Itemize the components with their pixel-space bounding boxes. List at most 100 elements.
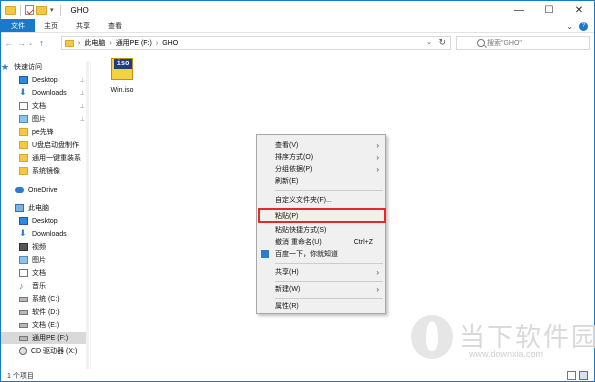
sidebar-item-label: 图片	[32, 257, 46, 264]
close-button[interactable]: ✕	[564, 1, 594, 19]
sidebar-item-system-images[interactable]: 系统镜像	[1, 165, 89, 177]
sidebar-item-drive-e[interactable]: 文档 (E:)	[1, 319, 89, 331]
watermark: 当下软件园 www.downxia.com	[411, 315, 595, 365]
breadcrumb-this-pc[interactable]: 此电脑	[84, 38, 105, 48]
large-icons-view-icon[interactable]	[579, 371, 588, 380]
menu-item-label: 共享(H)	[275, 269, 299, 276]
sidebar-item-label: Desktop	[32, 76, 58, 84]
menu-item-paste[interactable]: 粘贴(P)	[257, 210, 385, 222]
sidebar-item-label: 系统镜像	[32, 168, 60, 175]
sidebar-item-pc-downloads[interactable]: Downloads	[1, 228, 89, 240]
menu-item-group-by[interactable]: 分组依据(P) ›	[257, 163, 385, 175]
submenu-arrow-icon: ›	[376, 152, 379, 162]
tab-view[interactable]: 查看	[99, 19, 131, 32]
tab-home[interactable]: 主页	[35, 19, 67, 32]
sidebar-item-documents[interactable]: 文档 ⊥	[1, 100, 89, 112]
pin-icon[interactable]: ⊥	[80, 116, 85, 123]
file-name: Win.iso	[110, 87, 134, 94]
address-dropdown-icon[interactable]: ⌄	[426, 38, 432, 46]
breadcrumb-gho[interactable]: GHO	[162, 40, 178, 47]
sidebar-item-pc-documents[interactable]: 文档	[1, 267, 89, 279]
sidebar-item-drive-d[interactable]: 软件 (D:)	[1, 306, 89, 318]
pin-icon[interactable]: ⊥	[80, 90, 85, 97]
submenu-arrow-icon: ›	[376, 140, 379, 150]
file-item[interactable]: iso Win.iso	[105, 56, 139, 94]
menu-item-sort-by[interactable]: 排序方式(O) ›	[257, 151, 385, 163]
menu-item-label: 排序方式(O)	[275, 154, 314, 161]
menu-item-label: 新建(W)	[275, 286, 301, 293]
pin-icon[interactable]: ⊥	[80, 103, 85, 110]
cloud-icon	[15, 187, 24, 193]
sidebar-scrollbar[interactable]	[86, 61, 89, 369]
up-button[interactable]: ↑	[36, 38, 47, 48]
sidebar-item-label: 通用一键重装系	[32, 155, 81, 162]
sidebar-item-one-click-reinstall[interactable]: 通用一键重装系	[1, 152, 89, 164]
sidebar-item-drive-f[interactable]: 通用PE (F:)	[1, 332, 89, 344]
menu-item-baidu[interactable]: 百度一下，你就知道	[257, 248, 385, 260]
sidebar-item-label: 文档	[32, 270, 46, 277]
sidebar-item-pc-desktop[interactable]: Desktop	[1, 215, 89, 227]
sidebar-item-label: 视频	[32, 244, 46, 251]
sidebar-item-usb-boot-maker[interactable]: U盘启动盘制作	[1, 139, 89, 151]
sidebar-item-cd-drive[interactable]: CD 驱动器 (X:)	[1, 345, 89, 357]
menu-item-label: 分组依据(P)	[275, 166, 313, 173]
ribbon-actions: ⌄ ?	[566, 19, 588, 33]
forward-button[interactable]: →	[16, 38, 27, 48]
menu-item-label: 粘贴(P)	[275, 213, 299, 220]
picture-icon	[19, 115, 28, 123]
sidebar-item-desktop[interactable]: Desktop ⊥	[1, 74, 89, 86]
tab-file[interactable]: 文件	[1, 19, 35, 32]
menu-item-view[interactable]: 查看(V) ›	[257, 139, 385, 151]
new-folder-icon[interactable]	[36, 5, 47, 15]
menu-item-refresh[interactable]: 刷新(E)	[257, 175, 385, 187]
menu-item-label: 刷新(E)	[275, 178, 299, 185]
sidebar-item-quick-access[interactable]: ★ 快速访问	[1, 61, 89, 73]
sidebar-item-pe-xianfeng[interactable]: pe先锋	[1, 126, 89, 138]
menu-item-share[interactable]: 共享(H) ›	[257, 266, 385, 278]
sidebar-item-music[interactable]: ♪ 音乐	[1, 280, 89, 292]
recent-locations-button[interactable]: ⌄	[27, 40, 34, 47]
properties-icon[interactable]	[25, 5, 34, 15]
drive-icon	[19, 296, 28, 302]
sidebar-item-label: OneDrive	[28, 186, 58, 194]
title-bar: ▾ GHO — ☐ ✕	[1, 1, 594, 19]
watermark-logo-icon	[411, 315, 453, 359]
sidebar-item-onedrive[interactable]: OneDrive	[1, 184, 89, 196]
menu-item-undo-rename[interactable]: 撤消 重命名(U) Ctrl+Z	[257, 236, 385, 248]
sidebar-item-label: 快速访问	[14, 64, 42, 71]
breadcrumb-drive[interactable]: 通用PE (F:)	[116, 38, 152, 48]
back-button[interactable]: ←	[3, 38, 14, 48]
sidebar-item-label: Downloads	[32, 89, 67, 97]
address-bar[interactable]: › 此电脑 › 通用PE (F:) › GHO ⌄ ↻	[61, 36, 451, 50]
sidebar-item-label: 图片	[32, 116, 46, 123]
pin-icon[interactable]: ⊥	[80, 77, 85, 84]
expand-ribbon-icon[interactable]: ⌄	[566, 22, 573, 31]
menu-item-new[interactable]: 新建(W) ›	[257, 283, 385, 295]
folder-icon	[65, 39, 74, 47]
sidebar-item-label: CD 驱动器 (X:)	[31, 348, 78, 355]
menu-item-label: 粘贴快捷方式(S)	[275, 227, 327, 234]
sidebar-item-label: 此电脑	[28, 205, 49, 212]
sidebar-item-this-pc[interactable]: 此电脑	[1, 202, 89, 214]
minimize-button[interactable]: —	[504, 1, 534, 19]
menu-item-paste-shortcut[interactable]: 粘贴快捷方式(S)	[257, 224, 385, 236]
computer-icon	[15, 204, 24, 212]
details-view-icon[interactable]	[567, 371, 576, 380]
customize-toolbar-icon[interactable]: ▾	[50, 6, 54, 14]
menu-item-properties[interactable]: 属性(R)	[257, 300, 385, 312]
maximize-button[interactable]: ☐	[534, 1, 564, 19]
tab-share[interactable]: 共享	[67, 19, 99, 32]
breadcrumb-separator: ›	[78, 39, 81, 47]
help-icon[interactable]: ?	[579, 21, 588, 31]
refresh-icon[interactable]: ↻	[438, 37, 446, 48]
sidebar-item-videos[interactable]: 视频	[1, 241, 89, 253]
sidebar-item-pictures[interactable]: 图片 ⊥	[1, 113, 89, 125]
sidebar-item-drive-c[interactable]: 系统 (C:)	[1, 293, 89, 305]
search-placeholder: 搜索"GHO"	[487, 40, 522, 47]
search-input[interactable]: 搜索"GHO"	[456, 36, 590, 50]
sidebar-item-label: pe先锋	[32, 129, 54, 136]
sidebar-item-pc-pictures[interactable]: 图片	[1, 254, 89, 266]
folder-icon	[19, 154, 28, 162]
sidebar-item-downloads[interactable]: Downloads ⊥	[1, 87, 89, 99]
menu-item-customize-folder[interactable]: 自定义文件夹(F)...	[257, 194, 385, 206]
